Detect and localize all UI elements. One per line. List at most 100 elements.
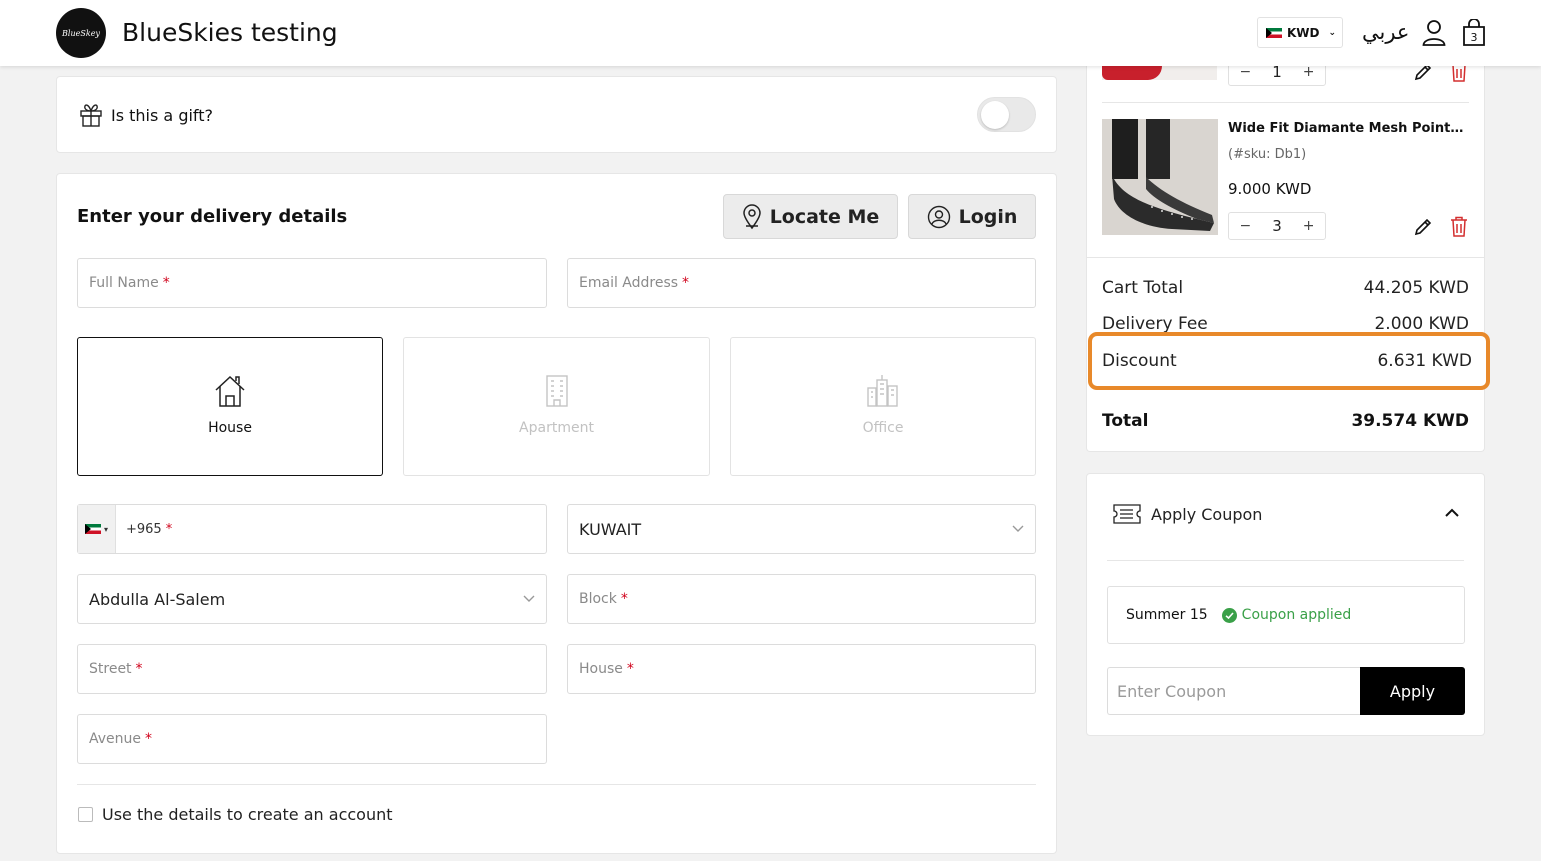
street-field[interactable]: Street * — [77, 644, 547, 694]
currency-selector[interactable]: KWD ⌄ — [1257, 17, 1343, 48]
coupon-status-text: Coupon applied — [1241, 607, 1352, 623]
user-circle-icon — [927, 205, 950, 228]
avenue-placeholder: Avenue — [89, 731, 142, 747]
create-account-checkbox[interactable] — [78, 807, 93, 822]
shoe-image — [1102, 119, 1218, 235]
decrease-button[interactable]: − — [1239, 64, 1251, 80]
caret-down-icon: ▾ — [103, 524, 108, 534]
address-type-office[interactable]: Office — [730, 337, 1036, 476]
login-button[interactable]: Login — [908, 194, 1036, 239]
chevron-up-icon[interactable] — [1444, 507, 1460, 519]
apartment-icon — [545, 375, 568, 407]
applied-coupon-code: Summer 15 — [1126, 607, 1208, 623]
edit-icon[interactable] — [1413, 217, 1433, 237]
total-label: Total — [1102, 411, 1149, 431]
delivery-title: Enter your delivery details — [77, 206, 348, 227]
quantity-stepper[interactable]: − 3 + — [1228, 212, 1326, 240]
product-name[interactable]: Wide Fit Diamante Mesh Pointed Toe Sling… — [1228, 121, 1470, 136]
house-icon — [215, 375, 245, 407]
area-value: Abdulla Al-Salem — [89, 589, 226, 609]
full-name-placeholder: Full Name — [89, 275, 159, 291]
login-label: Login — [958, 205, 1018, 228]
phone-code: +965 — [126, 521, 162, 537]
quantity-value: 3 — [1272, 217, 1282, 235]
coupon-status: Coupon applied — [1221, 607, 1352, 623]
header: BlueSkey BlueSkies testing KWD ⌄ عربي 3 — [0, 0, 1541, 66]
location-pin-icon — [742, 203, 761, 229]
discount-label: Discount — [1102, 351, 1177, 371]
coupon-input[interactable] — [1107, 667, 1361, 715]
full-name-field[interactable]: Full Name * — [77, 258, 547, 308]
total-value: 39.574 KWD — [1351, 411, 1469, 431]
increase-button[interactable]: + — [1303, 64, 1315, 80]
total-row: Total 39.574 KWD — [1102, 411, 1469, 431]
discount-value: 6.631 KWD — [1377, 351, 1472, 371]
house-field[interactable]: House * — [567, 644, 1036, 694]
discount-row: Discount 6.631 KWD — [1102, 351, 1472, 371]
coupon-header[interactable]: Apply Coupon — [1113, 504, 1262, 524]
required-mark: * — [145, 731, 153, 747]
phone-country-selector[interactable]: ▾ — [78, 505, 116, 553]
divider — [1102, 102, 1469, 103]
product-image[interactable] — [1102, 119, 1218, 235]
shopping-bag-icon[interactable]: 3 — [1462, 19, 1486, 47]
chevron-down-icon: ⌄ — [1328, 27, 1337, 38]
divider — [1107, 560, 1464, 561]
address-type-label: House — [208, 420, 252, 436]
area-select[interactable]: Abdulla Al-Salem — [77, 574, 547, 624]
applied-coupon: Summer 15 Coupon applied — [1107, 586, 1465, 644]
cart-total-label: Cart Total — [1102, 278, 1184, 298]
office-icon — [867, 375, 898, 407]
locate-me-label: Locate Me — [769, 205, 880, 228]
required-mark: * — [682, 275, 690, 291]
check-circle-icon — [1221, 607, 1237, 623]
country-select[interactable]: KUWAIT — [567, 504, 1036, 554]
currency-label: KWD — [1287, 25, 1320, 40]
gift-icon — [80, 104, 102, 127]
block-placeholder: Block — [579, 591, 617, 607]
house-placeholder: House — [579, 661, 623, 677]
street-placeholder: Street — [89, 661, 132, 677]
product-sku: (#sku: Db1) — [1228, 147, 1307, 162]
coupon-card: Apply Coupon Summer 15 Coupon applied Ap… — [1086, 473, 1485, 736]
chevron-down-icon — [1012, 525, 1024, 532]
divider — [77, 784, 1036, 785]
product-price: 9.000 KWD — [1228, 180, 1312, 198]
required-mark: * — [135, 661, 143, 677]
language-switch[interactable]: عربي — [1362, 20, 1409, 44]
delivery-form: Enter your delivery details Locate Me Lo… — [56, 173, 1057, 854]
required-mark: * — [626, 661, 634, 677]
cart-total-row: Cart Total 44.205 KWD — [1102, 278, 1469, 298]
decrease-button[interactable]: − — [1239, 218, 1251, 234]
delivery-fee-label: Delivery Fee — [1102, 314, 1208, 334]
phone-field[interactable]: ▾ +965 * — [77, 504, 547, 554]
logo-text: BlueSkey — [62, 28, 100, 38]
address-type-label: Office — [862, 420, 904, 436]
kuwait-flag-icon — [84, 524, 101, 534]
address-type-label: Apartment — [519, 420, 594, 436]
email-field[interactable]: Email Address * — [567, 258, 1036, 308]
site-title: BlueSkies testing — [122, 18, 338, 47]
increase-button[interactable]: + — [1303, 218, 1315, 234]
cart-total-value: 44.205 KWD — [1363, 278, 1469, 298]
create-account-row[interactable]: Use the details to create an account — [78, 805, 393, 824]
gift-label: Is this a gift? — [111, 106, 214, 125]
avenue-field[interactable]: Avenue * — [77, 714, 547, 764]
apply-coupon-button[interactable]: Apply — [1360, 667, 1465, 715]
gift-toggle[interactable] — [977, 97, 1036, 132]
required-mark: * — [162, 275, 170, 291]
address-type-house[interactable]: House — [77, 337, 383, 476]
block-field[interactable]: Block * — [567, 574, 1036, 624]
discount-highlight: Discount 6.631 KWD — [1088, 332, 1490, 390]
coupon-ticket-icon — [1113, 504, 1141, 524]
delivery-fee-value: 2.000 KWD — [1374, 314, 1469, 334]
locate-me-button[interactable]: Locate Me — [723, 194, 898, 239]
chevron-down-icon — [523, 595, 535, 602]
trash-icon[interactable] — [1450, 216, 1468, 237]
delivery-fee-row: Delivery Fee 2.000 KWD — [1102, 314, 1469, 334]
kuwait-flag-icon — [1266, 27, 1282, 38]
email-placeholder: Email Address — [579, 275, 679, 291]
logo[interactable]: BlueSkey — [56, 8, 106, 58]
address-type-apartment[interactable]: Apartment — [403, 337, 710, 476]
user-icon[interactable] — [1422, 19, 1446, 46]
